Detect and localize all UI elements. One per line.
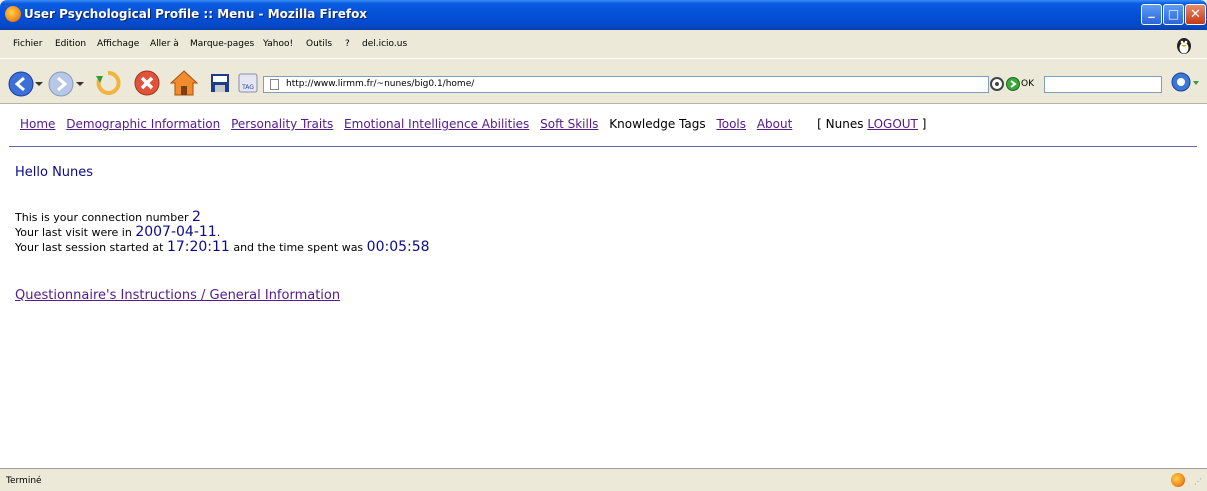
nav-about[interactable]: About <box>757 117 792 131</box>
last-visit-label: Your last visit were in <box>15 226 132 239</box>
connection-line: This is your connection number 2 <box>15 210 430 225</box>
home-icon[interactable] <box>170 69 198 97</box>
nav-divider <box>9 146 1197 147</box>
user-bracket-open: [ Nunes <box>817 117 864 131</box>
firefox-icon <box>5 6 21 22</box>
nav-soft-skills[interactable]: Soft Skills <box>540 117 598 131</box>
site-nav: Home Demographic Information Personality… <box>20 117 933 131</box>
back-dropdown-icon[interactable] <box>35 80 43 88</box>
menu-edition[interactable]: Edition <box>55 39 86 49</box>
user-bracket-close: ] <box>921 117 927 131</box>
nav-demographic-information[interactable]: Demographic Information <box>66 117 220 131</box>
last-visit-date: 2007-04-11 <box>135 224 217 240</box>
reload-icon[interactable] <box>95 70 121 96</box>
session-info: This is your connection number 2 Your la… <box>15 210 430 255</box>
session-start-time: 17:20:11 <box>166 239 230 255</box>
menu-bar: Fichier Edition Affichage Aller à Marque… <box>0 30 1207 58</box>
bookmark-icon[interactable] <box>210 73 230 93</box>
nav-personality-traits[interactable]: Personality Traits <box>231 117 333 131</box>
session-line: Your last session started at 17:20:11 an… <box>15 240 430 255</box>
feed-icon[interactable] <box>990 77 1004 91</box>
resize-grip-icon[interactable]: ⋰ <box>1194 477 1204 487</box>
greeting: Hello Nunes <box>15 165 94 180</box>
close-icon: ✕ <box>1190 7 1201 22</box>
navigation-toolbar: TAG http://www.lirmm.fr/~nunes/big0.1/ho… <box>0 58 1207 104</box>
connection-label: This is your connection number <box>15 211 189 224</box>
nav-emotional-intelligence[interactable]: Emotional Intelligence Abilities <box>344 117 529 131</box>
last-visit-line: Your last visit were in 2007-04-11. <box>15 225 430 240</box>
svg-text:TAG: TAG <box>241 84 254 91</box>
minimize-icon: _ <box>1148 4 1155 19</box>
menu-yahoo[interactable]: Yahoo! <box>263 39 293 49</box>
maximize-button[interactable]: □ <box>1163 4 1184 25</box>
window-titlebar[interactable]: User Psychological Profile :: Menu - Moz… <box>0 0 1207 30</box>
url-bar[interactable]: http://www.lirmm.fr/~nunes/big0.1/home/ <box>263 76 989 93</box>
go-icon[interactable] <box>1006 77 1020 91</box>
logout-link[interactable]: LOGOUT <box>867 117 918 131</box>
session-start-label: Your last session started at <box>15 241 164 254</box>
status-bar: Terminé ⋰ <box>0 468 1207 491</box>
menu-affichage[interactable]: Affichage <box>97 39 139 49</box>
menu-fichier[interactable]: Fichier <box>13 39 42 49</box>
forward-dropdown-icon[interactable] <box>76 80 84 88</box>
search-box[interactable] <box>1044 76 1162 93</box>
status-text: Terminé <box>6 476 42 486</box>
nav-home[interactable]: Home <box>20 117 55 131</box>
page-icon <box>270 79 279 90</box>
back-icon[interactable] <box>8 71 34 97</box>
tag-icon[interactable]: TAG <box>238 73 258 93</box>
throbber-icon <box>1177 38 1191 54</box>
window-title: User Psychological Profile :: Menu - Moz… <box>24 7 368 21</box>
menu-outils[interactable]: Outils <box>306 39 332 49</box>
extension-icon[interactable] <box>1170 71 1200 95</box>
firefox-status-icon[interactable] <box>1171 473 1185 487</box>
time-spent-label: and the time spent was <box>233 241 364 254</box>
nav-knowledge-tags: Knowledge Tags <box>609 117 706 131</box>
maximize-icon: □ <box>1167 7 1180 21</box>
page-content: Home Demographic Information Personality… <box>0 104 1207 468</box>
connection-number: 2 <box>192 209 201 225</box>
menu-delicious[interactable]: del.icio.us <box>362 39 407 49</box>
menu-marque-pages[interactable]: Marque-pages <box>190 39 254 49</box>
stop-icon[interactable] <box>134 70 160 96</box>
ok-label[interactable]: OK <box>1021 79 1034 89</box>
instructions-link[interactable]: Questionnaire's Instructions / General I… <box>15 288 340 303</box>
last-visit-period: . <box>216 226 221 239</box>
nav-tools[interactable]: Tools <box>716 117 746 131</box>
minimize-button[interactable]: _ <box>1141 4 1162 25</box>
forward-icon[interactable] <box>48 71 74 97</box>
url-text[interactable]: http://www.lirmm.fr/~nunes/big0.1/home/ <box>286 77 474 92</box>
time-spent-value: 00:05:58 <box>366 239 430 255</box>
menu-aller[interactable]: Aller à <box>150 39 179 49</box>
close-button[interactable]: ✕ <box>1185 4 1206 25</box>
menu-help[interactable]: ? <box>345 39 350 49</box>
